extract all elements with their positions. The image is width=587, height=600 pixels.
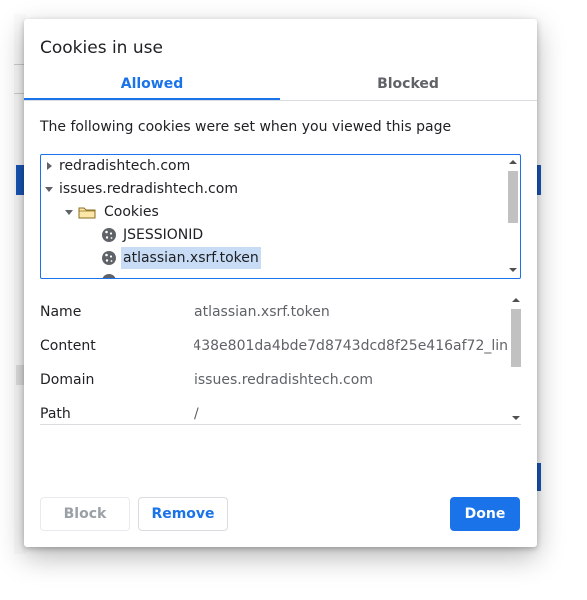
detail-value: atlassian.xsrf.token [194, 304, 330, 320]
dialog-title: Cookies in use [40, 38, 163, 58]
done-button[interactable]: Done [450, 497, 520, 531]
detail-value: issues.redradishtech.com [194, 372, 373, 388]
detail-row-domain: Domain issues.redradishtech.com [40, 369, 510, 391]
tree-item-label: issues.redradishtech.com [59, 181, 238, 197]
dialog-description: The following cookies were set when you … [40, 119, 452, 135]
scroll-up-arrow-icon[interactable] [512, 298, 520, 302]
scroll-down-arrow-icon[interactable] [509, 268, 517, 272]
detail-row-path: Path / [40, 403, 510, 424]
detail-label: Name [40, 304, 82, 320]
tab-allowed[interactable]: Allowed [24, 73, 280, 101]
detail-value: / [194, 406, 199, 422]
cookies-dialog: Cookies in use Allowed Blocked The follo… [24, 19, 537, 547]
background-blue-bar [537, 463, 541, 491]
expand-arrow-icon[interactable] [47, 162, 52, 170]
block-button[interactable]: Block [40, 497, 130, 531]
cookie-details: Name atlassian.xsrf.token Content 35438e… [40, 295, 521, 425]
collapse-arrow-icon[interactable] [65, 210, 73, 215]
background-blue-bar [537, 165, 541, 195]
collapse-arrow-icon[interactable] [45, 187, 53, 192]
scrollbar-thumb[interactable] [508, 171, 518, 223]
cookie-icon [102, 228, 116, 242]
tab-bar: Allowed Blocked [24, 73, 537, 101]
detail-value: 35438e801da4bde7d8743dcd8f25e416af72_lin [194, 338, 508, 354]
tab-blocked[interactable]: Blocked [280, 73, 536, 101]
detail-label: Domain [40, 372, 95, 388]
cookie-icon [102, 251, 116, 265]
tree-scrollbar[interactable] [508, 157, 518, 275]
detail-row-name: Name atlassian.xsrf.token [40, 301, 510, 323]
cookie-icon [102, 274, 116, 278]
tree-item-label: Cookies [104, 204, 159, 220]
tab-selected-indicator [24, 98, 280, 100]
tree-item-label: atlassian.xsrf.token [121, 247, 261, 269]
tree-item-label: redradishtech.com [59, 158, 191, 174]
scroll-down-arrow-icon[interactable] [512, 416, 520, 420]
detail-label: Path [40, 406, 71, 422]
scrollbar-thumb[interactable] [511, 309, 521, 367]
scroll-up-arrow-icon[interactable] [509, 160, 517, 164]
cookie-tree[interactable]: redradishtech.com issues.redradishtech.c… [40, 154, 521, 279]
folder-icon [78, 207, 96, 219]
detail-label: Content [40, 338, 96, 354]
details-scrollbar[interactable] [511, 295, 521, 423]
tree-item-label: JSESSIONID [123, 227, 204, 243]
remove-button[interactable]: Remove [138, 497, 228, 531]
detail-row-content: Content 35438e801da4bde7d8743dcd8f25e416… [40, 335, 510, 357]
